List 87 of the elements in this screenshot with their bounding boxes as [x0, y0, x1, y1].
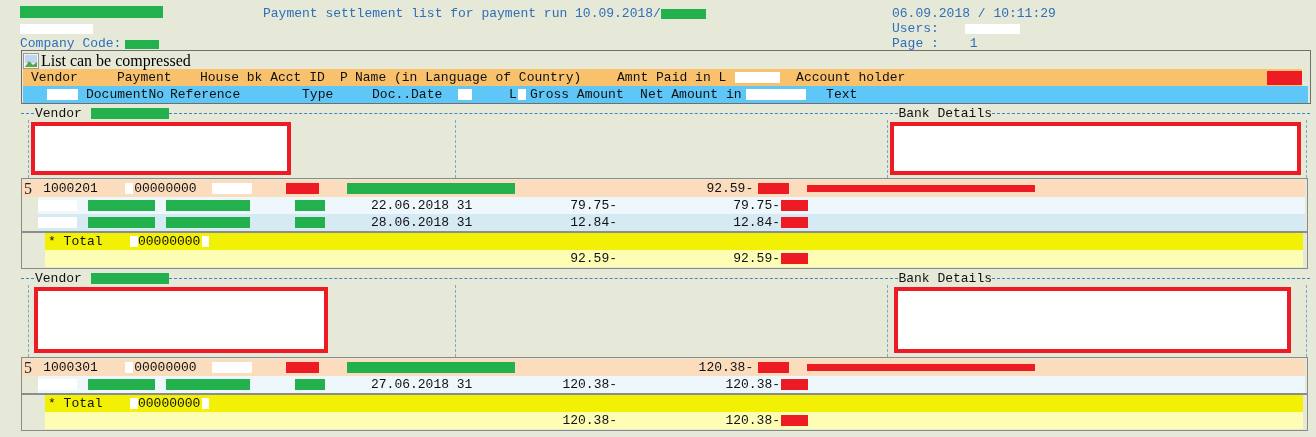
document-date: 27.06.2018 31: [371, 377, 473, 392]
total-label: * Total: [48, 396, 103, 411]
report-title: Payment settlement list for payment run 10.09.2018/: [263, 7, 661, 21]
redaction-mark: [212, 362, 253, 373]
flag-label: 5: [24, 180, 32, 197]
redaction-mark: [38, 379, 77, 390]
payment-number: 00000000: [138, 234, 201, 249]
column-header: DocumentNo: [86, 87, 164, 102]
users-label: Users:: [892, 22, 939, 36]
redaction-mark: [130, 398, 138, 409]
column-header: Doc..Date: [372, 87, 443, 102]
redaction-mark: [1267, 70, 1303, 85]
section-label: Vendor: [35, 106, 82, 121]
column-header: House bk Acct ID: [200, 70, 325, 85]
redaction-mark: [286, 183, 320, 194]
gross-amount: 79.75-: [570, 198, 618, 213]
redaction-mark: [781, 379, 809, 390]
amount-paid: 92.59-: [706, 181, 754, 196]
payment-number: 00000000: [134, 181, 197, 196]
column-header: Net Amount in: [640, 87, 742, 102]
redaction-mark: [735, 72, 781, 83]
column-header: Gross Amount: [530, 87, 624, 102]
redaction-mark: [295, 379, 325, 390]
column-header: Type: [302, 87, 334, 102]
redaction-mark: [47, 89, 78, 100]
column-header: Amnt Paid in L: [617, 70, 727, 85]
redaction-mark: [88, 379, 155, 390]
redaction-mark: [781, 253, 808, 264]
column-header: Account holder: [796, 70, 906, 85]
redaction-mark: [125, 362, 134, 373]
redaction-mark: [964, 24, 1020, 34]
section-label: Vendor: [35, 271, 82, 286]
net-total: 120.38-: [725, 413, 780, 428]
redaction-mark: [746, 89, 807, 100]
flag-label: 5: [24, 359, 32, 376]
redaction-mark: [130, 236, 138, 247]
redaction-mark: [295, 200, 325, 211]
redaction-mark: [125, 183, 134, 194]
gross-amount: 12.84-: [570, 215, 618, 230]
document-date: 28.06.2018 31: [371, 215, 473, 230]
redaction-mark: [286, 362, 320, 373]
column-header: Payment: [117, 70, 172, 85]
redaction-mark: [88, 217, 155, 228]
redaction-mark: [458, 89, 473, 100]
page-label: Page :: [892, 37, 939, 51]
gross-total: 120.38-: [562, 413, 617, 428]
payment-number: 00000000: [138, 396, 201, 411]
broken-image-icon: [23, 52, 39, 69]
column-header: Text: [826, 87, 858, 102]
redaction-mark: [758, 183, 790, 194]
redaction-mark: [758, 362, 790, 373]
column-header: L: [509, 87, 517, 102]
company-code-label: Company Code:: [20, 37, 122, 51]
total-label: * Total: [48, 234, 103, 249]
redaction-mark: [38, 217, 77, 228]
redaction-mark: [202, 236, 209, 247]
column-header: P: [340, 70, 348, 85]
redaction-mark: [125, 39, 160, 49]
redaction-mark: [38, 200, 77, 211]
gross-amount: 120.38-: [562, 377, 618, 392]
redaction-mark: [781, 200, 809, 211]
vendor-number: 1000201: [43, 181, 98, 196]
column-header: Name (in Language of Country): [355, 70, 582, 85]
compress-note: List can be compressed: [41, 51, 191, 70]
redaction-mark: [88, 200, 155, 211]
amount-paid: 120.38-: [698, 360, 754, 375]
redaction-mark: [781, 217, 809, 228]
gross-total: 92.59-: [570, 251, 617, 266]
page-number: 1: [969, 37, 978, 51]
vendor-number: 1000301: [43, 360, 98, 375]
column-header: Vendor: [31, 70, 78, 85]
column-header: Reference: [170, 87, 241, 102]
redaction-mark: [660, 9, 706, 19]
section-label: Bank Details: [898, 271, 992, 286]
redaction-mark: [518, 89, 527, 100]
net-total: 92.59-: [733, 251, 780, 266]
net-amount: 120.38-: [725, 377, 781, 392]
document-date: 22.06.2018 31: [371, 198, 473, 213]
payment-number: 00000000: [134, 360, 197, 375]
redaction-mark: [781, 415, 808, 426]
net-amount: 12.84-: [733, 215, 781, 230]
redaction-mark: [212, 183, 253, 194]
redaction-mark: [295, 217, 325, 228]
report-datetime: 06.09.2018 / 10:11:29: [892, 7, 1056, 21]
section-label: Bank Details: [898, 106, 992, 121]
redaction-mark: [202, 398, 209, 409]
net-amount: 79.75-: [733, 198, 781, 213]
